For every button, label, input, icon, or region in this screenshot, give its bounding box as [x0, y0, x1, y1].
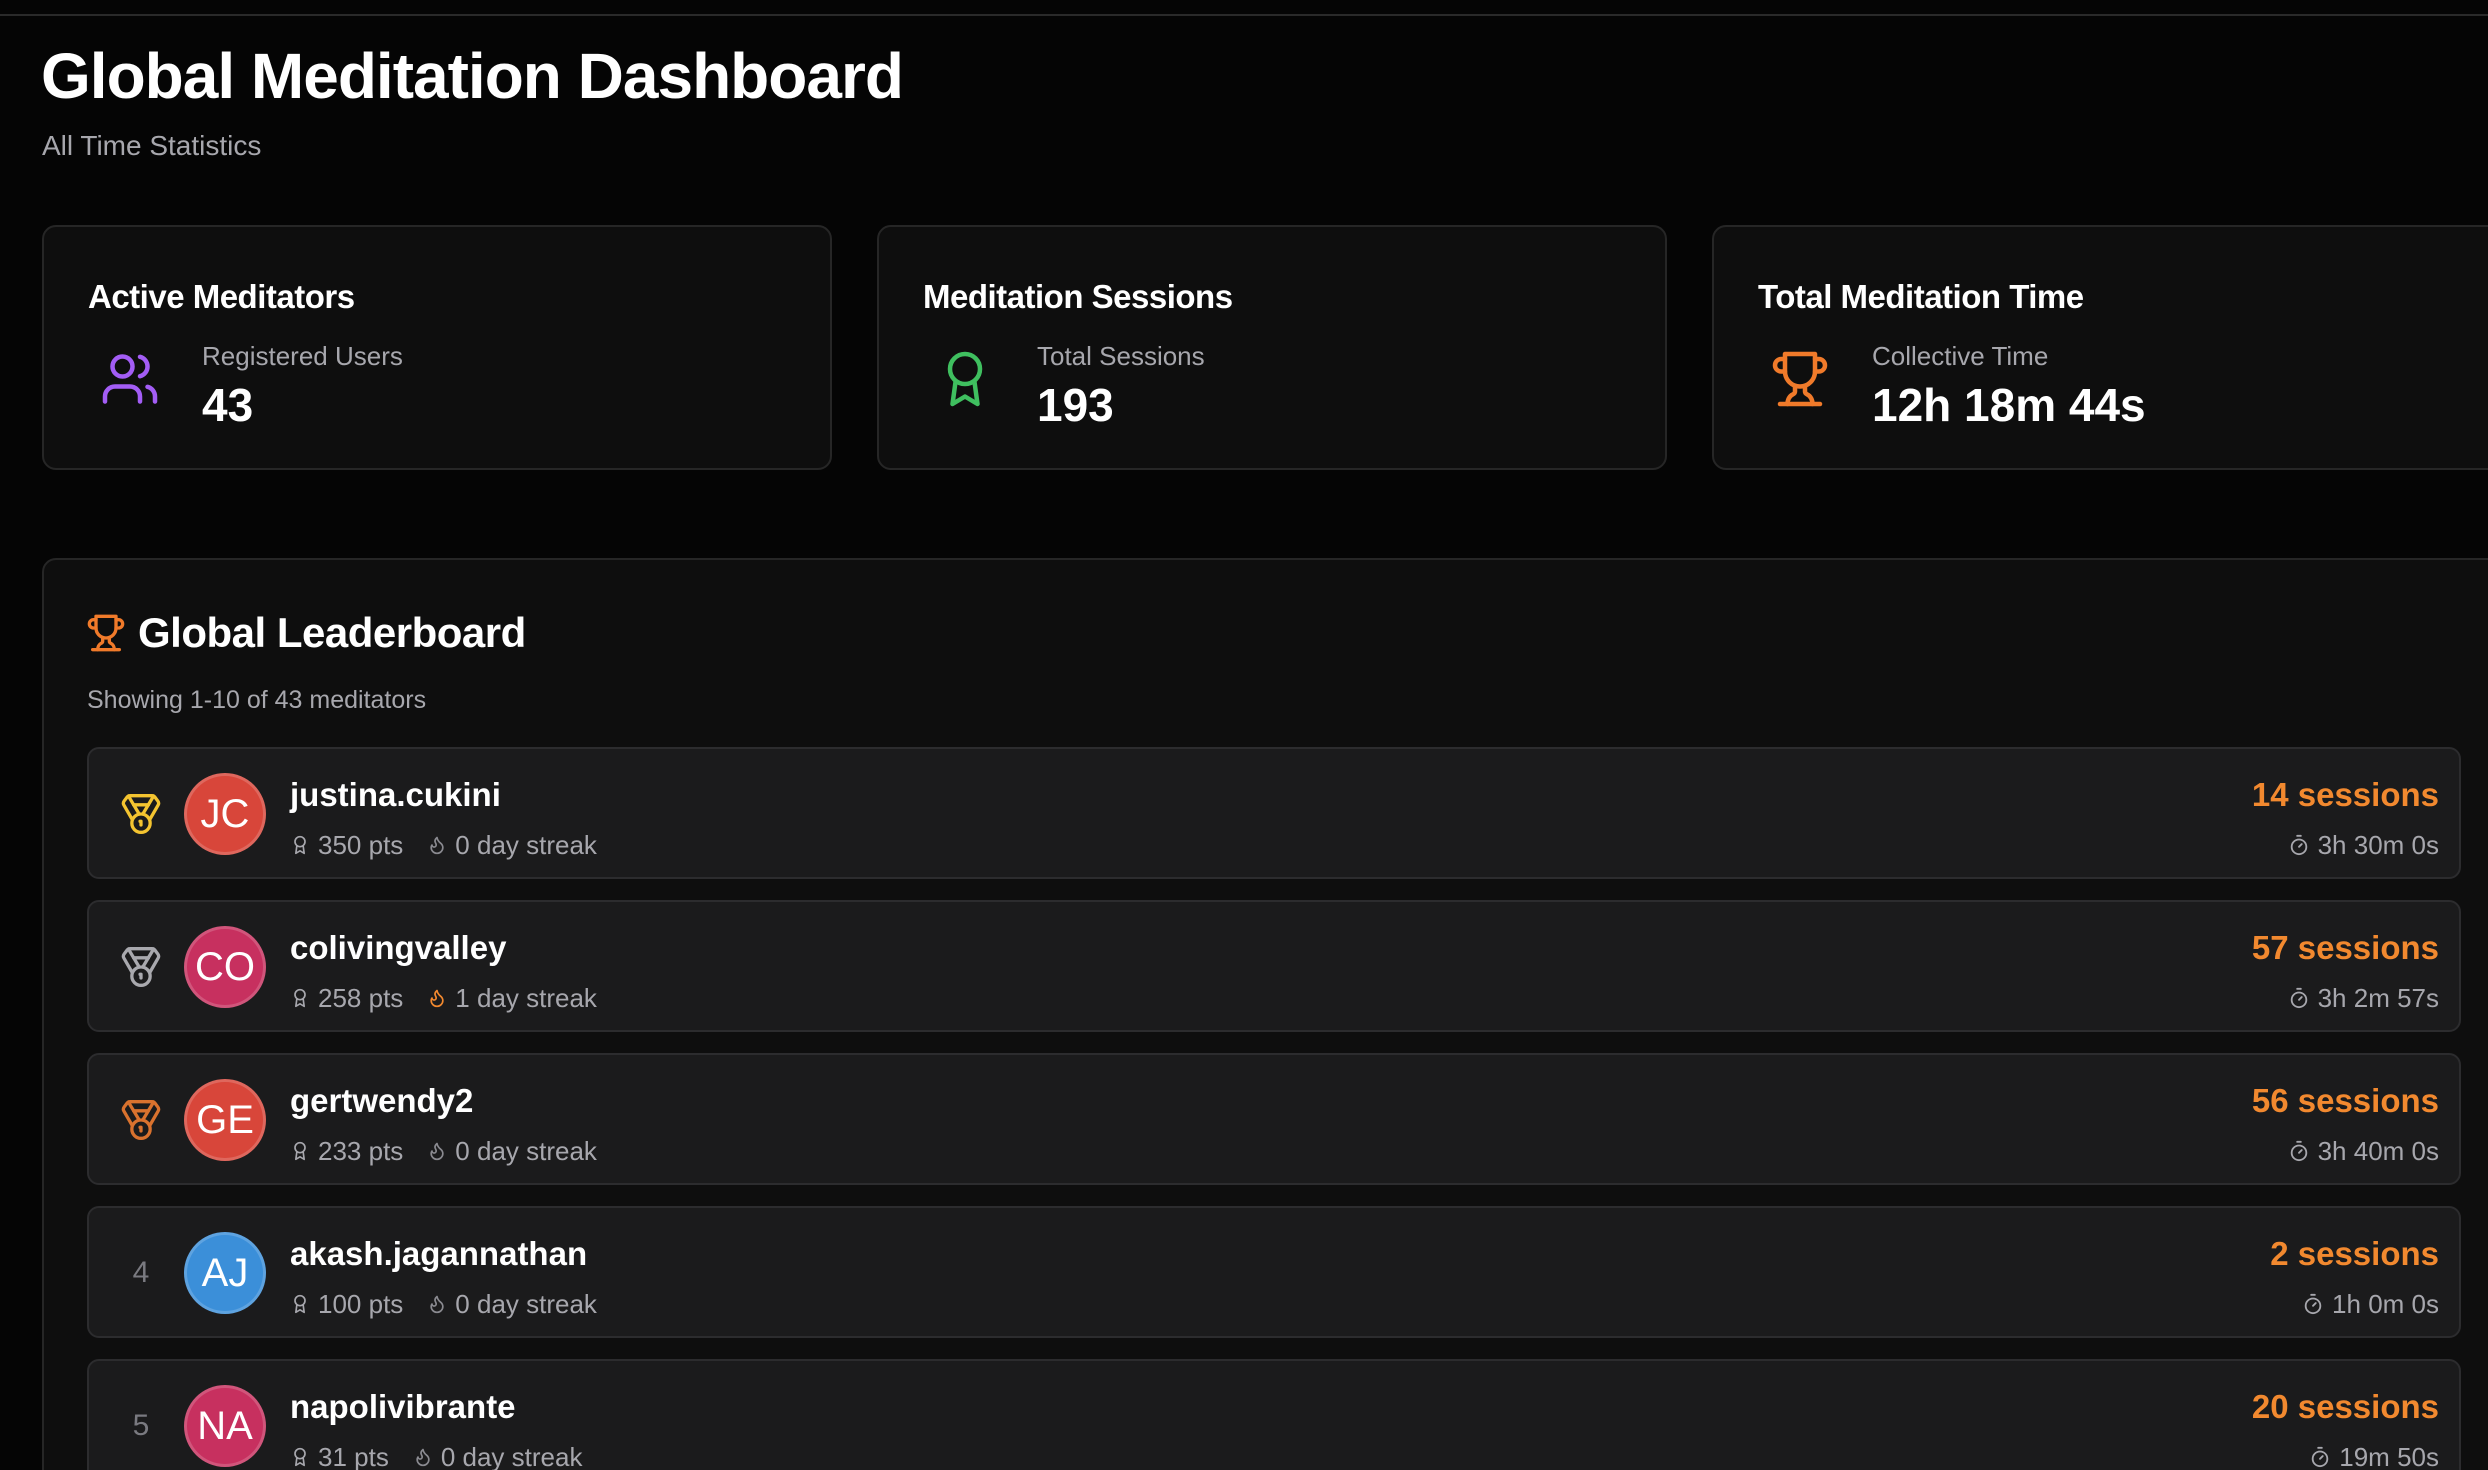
- stat-value: 12h 18m 44s: [1872, 379, 2146, 431]
- streak: 0 day streak: [455, 1136, 597, 1166]
- award-ribbon-icon: [294, 1141, 306, 1161]
- page-title: Global Meditation Dashboard: [41, 40, 904, 112]
- dashboard-page: Global Meditation Dashboard All Time Sta…: [0, 0, 2488, 1470]
- leaderboard-row[interactable]: 4 AJ akash.jagannathan 100 pts 0 day str…: [87, 1206, 2461, 1338]
- award-ribbon-icon: [947, 351, 983, 407]
- gold-medal-icon: [121, 794, 161, 834]
- flame-icon: [430, 836, 444, 855]
- user-meta: 233 pts 0 day streak: [290, 1135, 597, 1167]
- flame-icon: [416, 1448, 430, 1467]
- points: 350 pts: [318, 830, 404, 860]
- meditation-duration: 3h 30m 0s: [2288, 829, 2439, 861]
- award-ribbon-icon: [294, 835, 306, 855]
- session-count: 20 sessions: [2251, 1388, 2439, 1425]
- meditation-duration: 1h 0m 0s: [2302, 1288, 2439, 1320]
- leaderboard-title: Global Leaderboard: [138, 609, 526, 656]
- avatar: GE: [184, 1079, 266, 1161]
- stat-value: 193: [1037, 379, 1114, 431]
- leaderboard-row[interactable]: JC justina.cukini 350 pts 0 day streak 1…: [87, 747, 2461, 879]
- stat-value: 43: [202, 379, 254, 431]
- session-count: 14 sessions: [2251, 776, 2439, 813]
- streak: 1 day streak: [455, 983, 597, 1013]
- duration-text: 1h 0m 0s: [2332, 1289, 2439, 1319]
- stat-title: Active Meditators: [88, 278, 355, 315]
- rank-number: 4: [132, 1256, 150, 1289]
- top-divider: [0, 14, 2488, 16]
- award-ribbon-icon: [294, 988, 306, 1008]
- user-meta: 350 pts 0 day streak: [290, 829, 597, 861]
- points: 100 pts: [318, 1289, 404, 1319]
- timer-icon: [2312, 1446, 2329, 1468]
- stat-card-total-meditation-time: Total Meditation Time Collective Time 12…: [1712, 225, 2488, 470]
- meditation-duration: 3h 40m 0s: [2288, 1135, 2439, 1167]
- leaderboard-row[interactable]: CO colivingvalley 258 pts 1 day streak 5…: [87, 900, 2461, 1032]
- meditation-duration: 3h 2m 57s: [2288, 982, 2439, 1014]
- timer-icon: [2304, 1293, 2322, 1315]
- stat-label: Total Sessions: [1037, 341, 1205, 371]
- stat-title: Total Meditation Time: [1758, 278, 2084, 315]
- avatar: NA: [184, 1385, 266, 1467]
- leaderboard-row[interactable]: GE gertwendy2 233 pts 0 day streak 56 se…: [87, 1053, 2461, 1185]
- username: akash.jagannathan: [290, 1235, 588, 1272]
- username: napolivibrante: [290, 1388, 516, 1425]
- user-meta: 100 pts 0 day streak: [290, 1288, 597, 1320]
- duration-text: 3h 40m 0s: [2317, 1136, 2439, 1166]
- stat-title: Meditation Sessions: [923, 278, 1233, 315]
- avatar: CO: [184, 926, 266, 1008]
- duration-text: 3h 30m 0s: [2317, 830, 2439, 860]
- meditation-duration: 19m 50s: [2309, 1441, 2439, 1470]
- user-meta: 258 pts 1 day streak: [290, 982, 597, 1014]
- silver-medal-icon: [121, 947, 161, 987]
- global-leaderboard: Global Leaderboard Showing 1-10 of 43 me…: [42, 558, 2488, 1470]
- streak: 0 day streak: [440, 1442, 583, 1470]
- leaderboard-count: Showing 1-10 of 43 meditators: [87, 686, 427, 714]
- session-count: 57 sessions: [2251, 929, 2439, 966]
- points: 258 pts: [318, 983, 404, 1013]
- stat-label: Collective Time: [1872, 341, 2049, 371]
- user-meta: 31 pts 0 day streak: [290, 1441, 582, 1470]
- award-ribbon-icon: [294, 1447, 306, 1467]
- session-count: 2 sessions: [2270, 1235, 2439, 1272]
- trophy-icon: [87, 614, 125, 652]
- session-count: 56 sessions: [2251, 1082, 2439, 1119]
- duration-text: 19m 50s: [2339, 1442, 2439, 1470]
- stat-card-meditation-sessions: Meditation Sessions Total Sessions 193: [877, 225, 1667, 470]
- users-icon: [102, 354, 158, 404]
- username: colivingvalley: [290, 929, 507, 966]
- flame-icon: [430, 989, 444, 1008]
- username: gertwendy2: [290, 1082, 474, 1119]
- award-ribbon-icon: [294, 1294, 306, 1314]
- username: justina.cukini: [290, 776, 501, 813]
- avatar: JC: [184, 773, 266, 855]
- stat-label: Registered Users: [202, 341, 403, 371]
- streak: 0 day streak: [455, 830, 597, 860]
- streak: 0 day streak: [455, 1289, 597, 1319]
- avatar: AJ: [184, 1232, 266, 1314]
- flame-icon: [430, 1295, 444, 1314]
- flame-icon: [430, 1142, 444, 1161]
- stat-card-active-meditators: Active Meditators Registered Users 43: [42, 225, 832, 470]
- timer-icon: [2290, 1140, 2307, 1162]
- leaderboard-row[interactable]: 5 NA napolivibrante 31 pts 0 day streak …: [87, 1359, 2461, 1470]
- bronze-medal-icon: [121, 1100, 161, 1140]
- timer-icon: [2290, 987, 2307, 1009]
- points: 233 pts: [318, 1136, 404, 1166]
- rank-number: 5: [132, 1409, 150, 1442]
- page-subtitle: All Time Statistics: [42, 130, 262, 161]
- timer-icon: [2290, 834, 2307, 856]
- points: 31 pts: [318, 1442, 389, 1470]
- duration-text: 3h 2m 57s: [2317, 983, 2439, 1013]
- trophy-icon: [1772, 351, 1828, 407]
